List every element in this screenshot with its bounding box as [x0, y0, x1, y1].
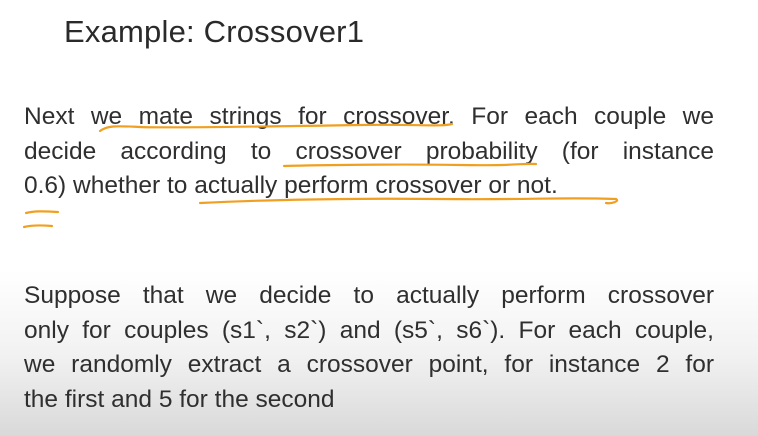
paragraph-line: 0.6) whether to actually perform crossov… — [24, 172, 558, 199]
paragraph-line: we randomly extract a crossover point, f… — [24, 351, 714, 378]
paragraph-line: decide according to crossover probabilit… — [24, 137, 714, 165]
paragraph-crossover-point: Suppose that we decide to actually perfo… — [24, 279, 714, 417]
slide-title: Example: Crossover1 — [64, 14, 365, 49]
paragraph-crossover-intro: Next we mate strings for crossover. For … — [24, 100, 714, 204]
paragraph-line: only for couples (s1`, s2`) and (s5`, s6… — [24, 316, 714, 344]
paragraph-line: Suppose that we decide to actually perfo… — [24, 282, 714, 309]
paragraph-line: the first and 5 for the second — [24, 385, 335, 413]
mark-short-lower — [22, 224, 54, 229]
mark-short-upper — [24, 210, 60, 215]
paragraph-line: Next we mate strings for crossover. For … — [24, 103, 714, 130]
slide: Example: Crossover1 Next we mate strings… — [0, 0, 758, 436]
